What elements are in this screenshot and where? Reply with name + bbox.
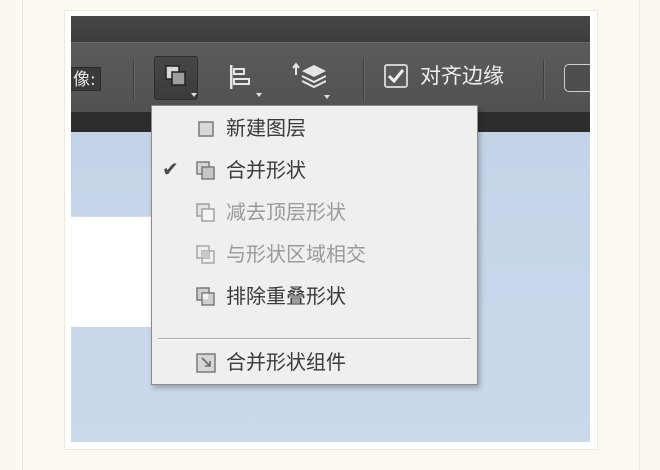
path-alignment-button[interactable] bbox=[217, 56, 262, 100]
menu-item-label: 减去顶层形状 bbox=[226, 200, 346, 224]
settings-button[interactable] bbox=[564, 64, 590, 92]
chevron-down-icon bbox=[191, 93, 197, 97]
align-edges-label: 对齐边缘 bbox=[420, 64, 504, 88]
align-edges-checkbox[interactable] bbox=[384, 64, 408, 88]
menu-item-new-layer[interactable]: 新建图层 bbox=[152, 108, 477, 148]
menu-item-intersect-shape-areas[interactable]: 与形状区域相交 bbox=[152, 234, 477, 274]
menu-item-label: 合并形状组件 bbox=[226, 350, 346, 374]
path-alignment-icon bbox=[230, 65, 250, 89]
combine-shapes-icon bbox=[196, 161, 215, 180]
intersect-shape-areas-icon bbox=[196, 245, 215, 264]
options-bar bbox=[71, 42, 590, 113]
merge-shape-components-icon bbox=[196, 353, 216, 373]
checkmark-icon bbox=[387, 69, 405, 84]
menu-item-label: 合并形状 bbox=[226, 158, 306, 182]
subtract-front-shape-icon bbox=[196, 203, 215, 222]
path-operations-menu: 新建图层 ✔ 合并形状 减去顶层形状 与形状区域相交 排除重叠形状 合并形状组件 bbox=[151, 105, 478, 385]
menu-item-label: 与形状区域相交 bbox=[226, 242, 366, 266]
title-bar bbox=[71, 16, 590, 42]
photoshop-window: 像: 对齐边缘 新建图层 ✔ 合并形状 减去顶层形状 与形状区域相交 排除重叠形… bbox=[71, 16, 590, 442]
options-separator bbox=[543, 60, 545, 100]
path-arrangement-icon bbox=[292, 62, 326, 89]
chevron-down-icon bbox=[256, 93, 262, 97]
menu-item-merge-shape-components[interactable]: 合并形状组件 bbox=[152, 342, 477, 382]
menu-item-label: 新建图层 bbox=[226, 116, 306, 140]
new-layer-icon bbox=[198, 121, 214, 137]
menu-item-exclude-overlapping-shapes[interactable]: 排除重叠形状 bbox=[152, 276, 477, 316]
path-arrangement-button[interactable] bbox=[285, 56, 330, 100]
menu-divider bbox=[158, 338, 471, 340]
menu-item-subtract-front-shape[interactable]: 减去顶层形状 bbox=[152, 192, 477, 232]
partial-field-label: 像: bbox=[71, 67, 101, 91]
options-separator bbox=[363, 60, 365, 100]
path-operations-button[interactable] bbox=[154, 56, 198, 100]
menu-item-label: 排除重叠形状 bbox=[226, 284, 346, 308]
path-operations-icon bbox=[165, 65, 186, 86]
checkmark-icon: ✔ bbox=[162, 157, 179, 181]
exclude-overlapping-shapes-icon bbox=[196, 287, 215, 306]
menu-item-combine-shapes[interactable]: ✔ 合并形状 bbox=[152, 150, 477, 190]
chevron-down-icon bbox=[324, 95, 330, 99]
options-separator bbox=[133, 60, 135, 100]
